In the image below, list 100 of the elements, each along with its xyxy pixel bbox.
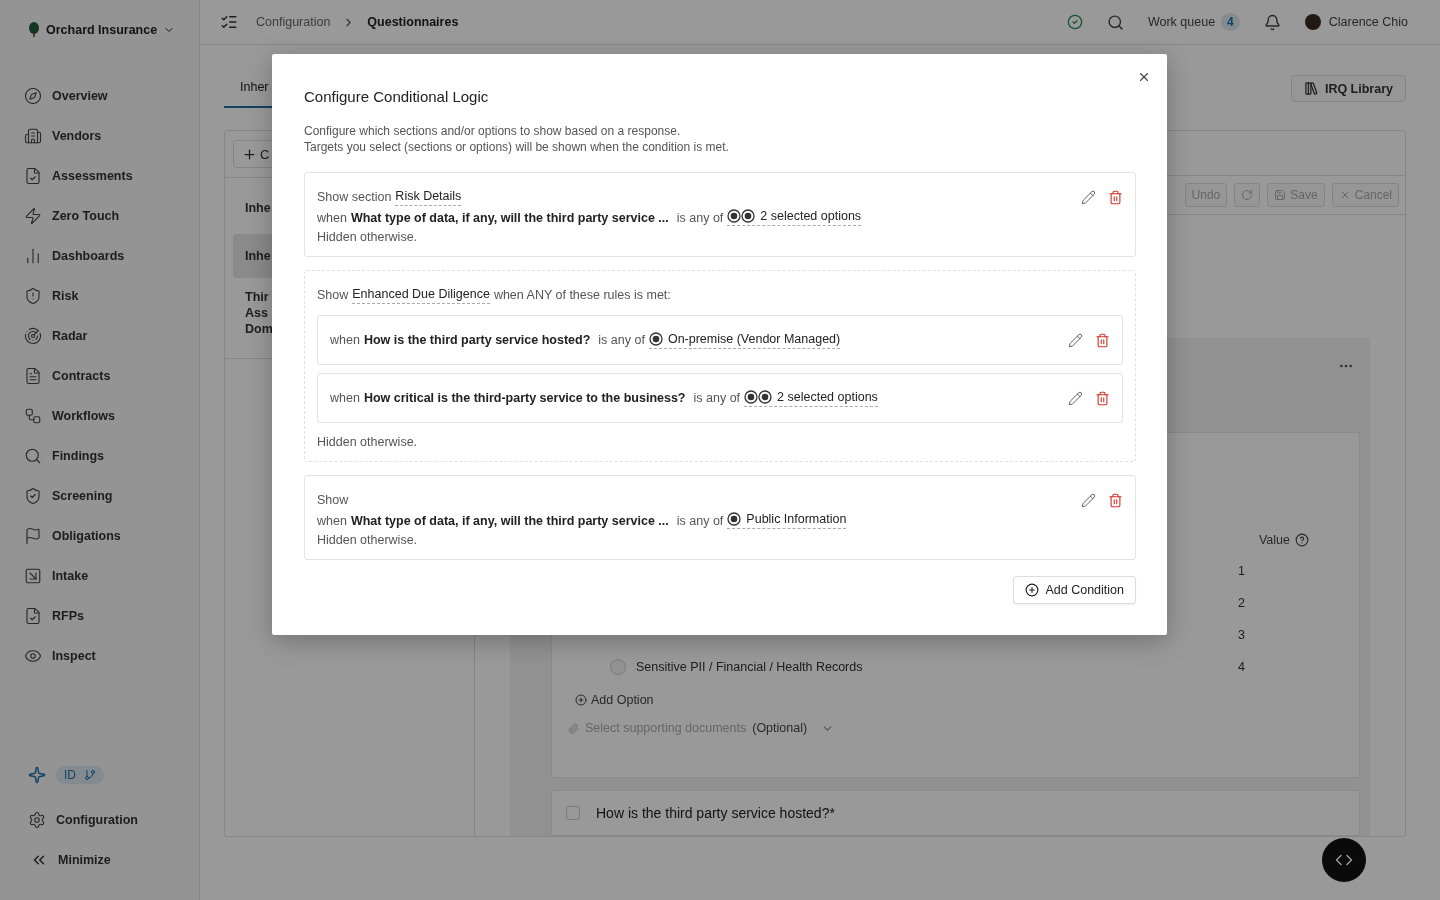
books-icon <box>1303 81 1319 96</box>
nav-item[interactable]: Obligations <box>24 516 121 556</box>
question-text: How is the third party service hosted? <box>363 333 591 347</box>
nav-item[interactable]: Overview <box>24 76 108 116</box>
search-icon <box>24 447 42 465</box>
check-circle-icon[interactable] <box>1066 14 1083 30</box>
sparkle-icon[interactable] <box>28 766 46 784</box>
nav-item[interactable]: Radar <box>24 316 88 356</box>
nav-item[interactable]: Assessments <box>24 156 133 196</box>
target-dropdown[interactable]: Risk Details <box>395 188 462 206</box>
bell-icon[interactable] <box>1263 13 1281 31</box>
edit-button[interactable] <box>1068 390 1083 406</box>
tree-icon <box>28 22 40 38</box>
option-value: 2 <box>1238 596 1245 610</box>
code-button[interactable] <box>1322 838 1366 882</box>
question-text: What type of data, if any, will the third party service ... <box>350 513 669 528</box>
close-button[interactable] <box>1137 70 1151 84</box>
nav-item[interactable]: Contracts <box>24 356 111 396</box>
option-value: 4 <box>1238 660 1245 674</box>
radio-icon <box>727 512 742 526</box>
show-label: Show section <box>317 190 392 204</box>
search-icon[interactable] <box>1106 13 1124 31</box>
selection-dropdown[interactable]: 2 selected options <box>727 209 862 226</box>
bar-chart-icon <box>24 247 42 265</box>
plus-circle-icon <box>1025 583 1040 597</box>
operator-label: is any of <box>676 210 724 225</box>
when-label: when <box>317 210 347 225</box>
nav-item[interactable]: Configuration <box>28 800 138 840</box>
avatar[interactable] <box>1304 14 1321 30</box>
nav-item[interactable]: Intake <box>24 556 89 596</box>
count-badge: 4 <box>1221 13 1240 31</box>
flag-icon <box>24 527 42 545</box>
redo-icon <box>1241 189 1254 202</box>
option-value: 1 <box>1238 564 1245 578</box>
building-icon <box>24 127 42 145</box>
show-label: Show <box>317 288 349 302</box>
nav-item[interactable]: Risk <box>24 276 79 316</box>
work-queue-link[interactable]: Work queue 4 <box>1147 13 1240 31</box>
nav-item[interactable]: Findings <box>24 436 105 476</box>
question-title: How is the third party service hosted?* <box>596 805 835 821</box>
user-name[interactable]: Clarence Chio <box>1328 15 1408 29</box>
dialog-description: Configure which sections and/or options to show based on a response. <box>304 123 682 139</box>
operator-label: is any of <box>598 333 645 347</box>
paperclip-icon <box>568 722 579 734</box>
file-check-icon <box>24 167 42 185</box>
delete-button[interactable] <box>1095 332 1110 348</box>
breadcrumb-current: Questionnaires <box>367 15 459 29</box>
eye-icon <box>24 647 42 665</box>
checklist-icon[interactable] <box>220 13 238 31</box>
operator-label: is any of <box>693 391 741 405</box>
add-condition-button[interactable]: Add Condition <box>1013 576 1136 604</box>
nav-item[interactable]: Workflows <box>24 396 115 436</box>
shield-check-icon <box>24 487 42 505</box>
hidden-otherwise-text: Hidden otherwise. <box>317 435 419 449</box>
nav-item[interactable]: Dashboards <box>24 236 125 276</box>
edit-button[interactable] <box>1081 189 1096 205</box>
gear-icon <box>28 811 46 829</box>
nav-item[interactable]: RFPs <box>24 596 84 636</box>
operator-label: is any of <box>676 513 724 528</box>
document-icon <box>24 367 42 385</box>
plus-icon <box>242 146 257 162</box>
breadcrumb-link[interactable]: Configuration <box>256 15 331 29</box>
edit-button[interactable] <box>1068 332 1083 348</box>
when-label: when <box>330 391 360 405</box>
nav-item[interactable]: Screening <box>24 476 113 516</box>
hidden-otherwise-text: Hidden otherwise. <box>317 230 419 244</box>
checkbox[interactable] <box>566 806 580 820</box>
question-text: How critical is the third-party service to the business? <box>363 391 686 405</box>
target-dropdown[interactable]: Enhanced Due Diligence <box>352 286 490 304</box>
dialog-description: Targets you select (sections or options) will be shown when the condition is met. <box>304 139 730 155</box>
compass-icon <box>24 87 42 105</box>
edit-button[interactable] <box>1081 492 1096 508</box>
organization-name[interactable]: Orchard Insurance <box>46 23 158 37</box>
selection-dropdown[interactable]: On-premise (Vendor Managed) <box>648 331 841 349</box>
nav-item[interactable]: Vendors <box>24 116 102 156</box>
nav-item[interactable]: Inspect <box>24 636 96 676</box>
add-option-button[interactable]: Add Option <box>575 693 654 707</box>
file-check-icon <box>24 607 42 625</box>
workflow-icon <box>24 407 42 425</box>
save-icon <box>1274 189 1287 202</box>
delete-button[interactable] <box>1108 189 1123 205</box>
option-label: Sensitive PII / Financial / Health Records <box>636 660 863 674</box>
minimize-button[interactable]: Minimize <box>30 840 111 880</box>
delete-button[interactable] <box>1095 390 1110 406</box>
question-text: What type of data, if any, will the third party service ... <box>350 210 669 225</box>
help-icon[interactable] <box>1295 533 1309 547</box>
radio-pair-icon <box>744 389 773 404</box>
radio-button[interactable] <box>610 659 626 675</box>
selection-dropdown[interactable]: Public Information <box>727 512 847 529</box>
selection-dropdown[interactable]: 2 selected options <box>744 389 878 407</box>
show-label: Show <box>317 493 349 507</box>
library-button[interactable]: IRQ Library <box>1290 75 1406 102</box>
when-label: when <box>330 333 360 347</box>
id-badge: ID <box>56 766 104 784</box>
delete-button[interactable] <box>1108 492 1123 508</box>
hidden-otherwise-text: Hidden otherwise. <box>317 533 419 547</box>
nav-item[interactable]: Zero Touch <box>24 196 120 236</box>
column-header: Value <box>1258 533 1290 547</box>
radar-icon <box>24 327 42 345</box>
dialog-title: Configure Conditional Logic <box>304 88 490 105</box>
